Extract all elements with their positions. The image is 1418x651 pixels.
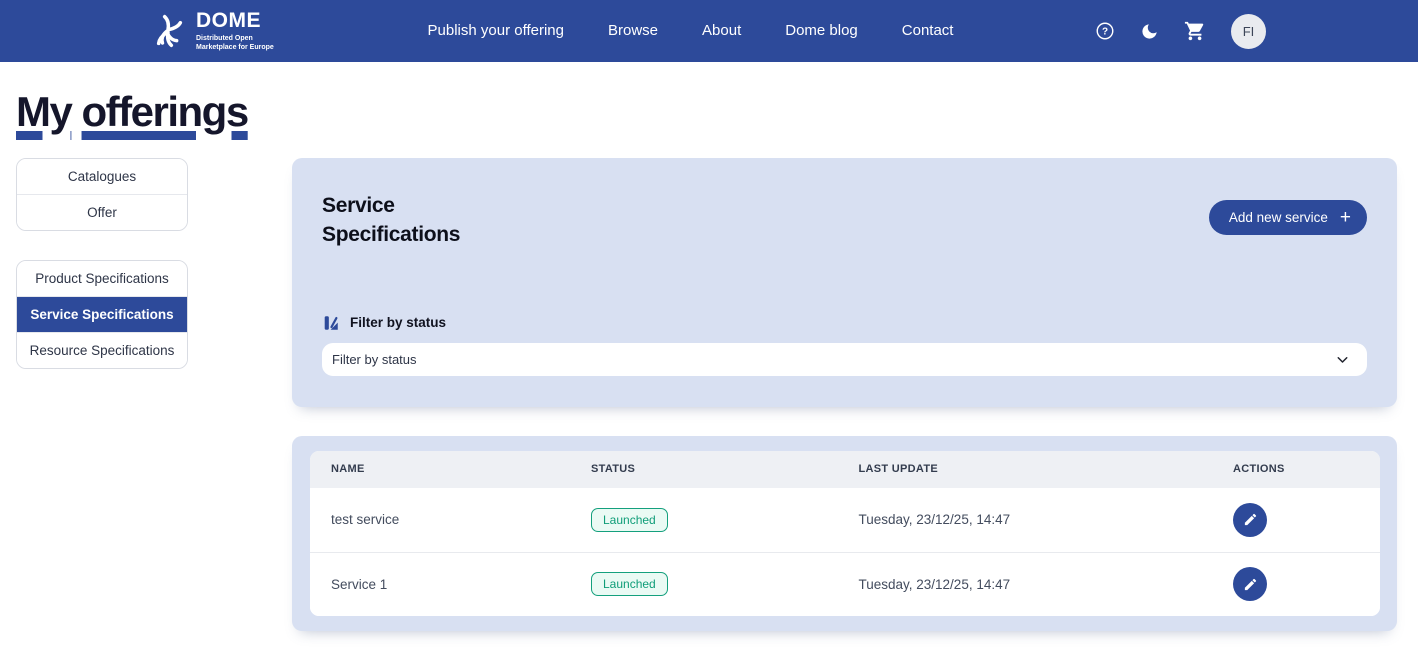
- service-name: test service: [310, 512, 570, 527]
- page-title-word-1: My: [16, 88, 71, 135]
- svg-text:?: ?: [1102, 26, 1108, 37]
- help-icon: ?: [1095, 21, 1115, 41]
- main-column: Service Specifications Add new service +…: [292, 158, 1397, 631]
- cart-button[interactable]: [1184, 20, 1206, 42]
- table-row: Service 1 Launched Tuesday, 23/12/25, 14…: [310, 552, 1380, 616]
- help-button[interactable]: ?: [1095, 21, 1115, 41]
- moon-icon: [1140, 22, 1159, 41]
- nav-link-publish-your-offering[interactable]: Publish your offering: [428, 22, 564, 39]
- table-header-row: NAME STATUS LAST UPDATE ACTIONS: [310, 451, 1380, 488]
- edit-pencil-icon: [1243, 512, 1258, 527]
- navbar-right-actions: ? FI: [1095, 14, 1266, 49]
- services-table-panel: NAME STATUS LAST UPDATE ACTIONS test ser…: [292, 436, 1397, 631]
- filter-icon: [322, 314, 340, 332]
- service-specifications-panel: Service Specifications Add new service +…: [292, 158, 1397, 407]
- nav-link-browse[interactable]: Browse: [608, 22, 658, 39]
- brand-name: DOME: [196, 10, 286, 31]
- edit-service-button[interactable]: [1233, 567, 1267, 601]
- nav-link-contact[interactable]: Contact: [902, 22, 954, 39]
- table-header-name: NAME: [310, 463, 570, 475]
- nav-link-dome-blog[interactable]: Dome blog: [785, 22, 858, 39]
- filter-by-status-label: Filter by status: [350, 315, 446, 330]
- sidebar-group-specifications: Product Specifications Service Specifica…: [16, 260, 188, 369]
- filter-by-status-label-row: Filter by status: [322, 314, 1367, 332]
- status-badge: Launched: [591, 508, 668, 532]
- panel-header: Service Specifications Add new service +: [322, 192, 1367, 250]
- table-header-last-update: LAST UPDATE: [838, 463, 1213, 475]
- content-layout: Catalogues Offer Product Specifications …: [0, 158, 1418, 651]
- dome-logo-icon: [148, 11, 188, 51]
- plus-icon: +: [1340, 208, 1351, 227]
- table-header-actions: ACTIONS: [1212, 463, 1380, 475]
- status-badge: Launched: [591, 572, 668, 596]
- table-row: test service Launched Tuesday, 23/12/25,…: [310, 488, 1380, 552]
- last-update: Tuesday, 23/12/25, 14:47: [838, 577, 1213, 592]
- panel-title: Service Specifications: [322, 192, 492, 250]
- page-title-word-2: offerings: [82, 88, 248, 135]
- edit-pencil-icon: [1243, 577, 1258, 592]
- sidebar-item-resource-specifications[interactable]: Resource Specifications: [17, 332, 187, 368]
- sidebar-item-catalogues[interactable]: Catalogues: [17, 159, 187, 194]
- sidebar: Catalogues Offer Product Specifications …: [16, 158, 188, 398]
- nav-link-about[interactable]: About: [702, 22, 741, 39]
- services-table: NAME STATUS LAST UPDATE ACTIONS test ser…: [310, 451, 1380, 616]
- page-title: My offerings: [16, 88, 1418, 136]
- edit-service-button[interactable]: [1233, 503, 1267, 537]
- chevron-down-icon: [1334, 351, 1351, 368]
- top-navbar: DOME Distributed Open Marketplace for Eu…: [0, 0, 1418, 62]
- last-update: Tuesday, 23/12/25, 14:47: [838, 512, 1213, 527]
- sidebar-group-catalogues: Catalogues Offer: [16, 158, 188, 231]
- sidebar-item-offer[interactable]: Offer: [17, 194, 187, 230]
- filter-by-status-select[interactable]: Filter by status: [322, 343, 1367, 376]
- nav-links: Publish your offering Browse About Dome …: [428, 22, 954, 40]
- filter-select-value: Filter by status: [332, 352, 417, 367]
- dome-brand[interactable]: DOME Distributed Open Marketplace for Eu…: [148, 10, 286, 53]
- user-avatar[interactable]: FI: [1231, 14, 1266, 49]
- service-name: Service 1: [310, 577, 570, 592]
- add-new-service-label: Add new service: [1229, 210, 1328, 225]
- add-new-service-button[interactable]: Add new service +: [1209, 200, 1367, 235]
- dark-mode-toggle[interactable]: [1140, 22, 1159, 41]
- brand-tagline: Distributed Open Marketplace for Europe: [196, 34, 286, 53]
- cart-icon: [1184, 20, 1206, 42]
- sidebar-item-service-specifications[interactable]: Service Specifications: [17, 296, 187, 332]
- table-header-status: STATUS: [570, 463, 838, 475]
- sidebar-item-product-specifications[interactable]: Product Specifications: [17, 261, 187, 296]
